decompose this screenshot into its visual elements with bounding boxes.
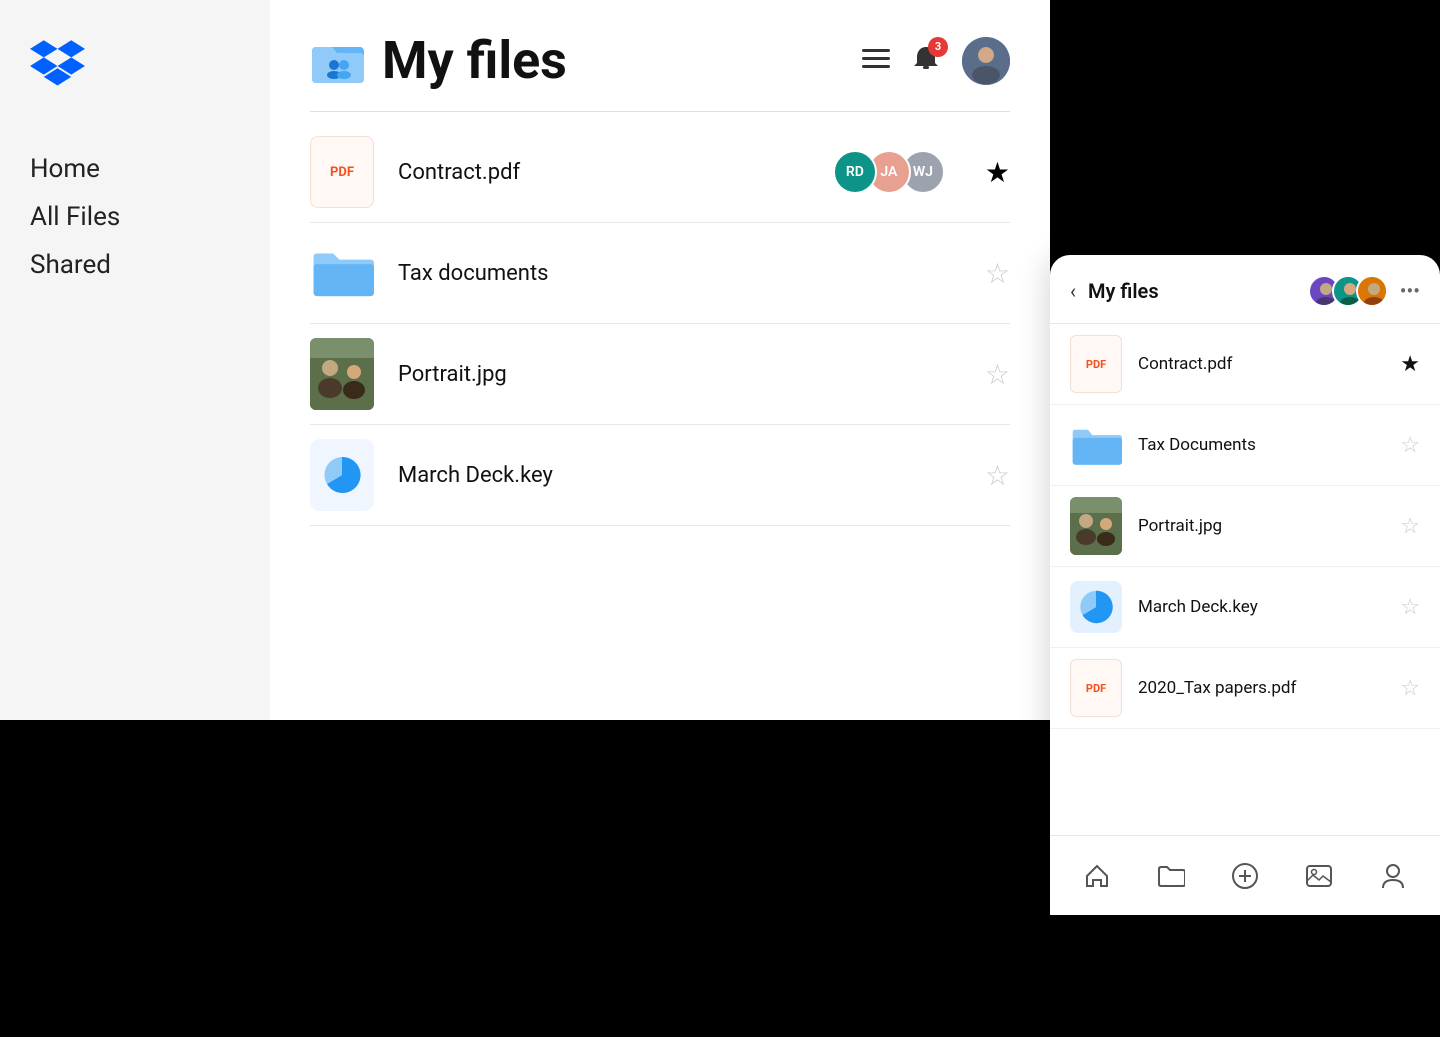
panel-portrait-thumbnail [1070, 497, 1122, 555]
sidebar-item-shared[interactable]: Shared [30, 250, 240, 280]
panel-nav-profile[interactable] [1369, 852, 1417, 900]
panel-nav-image[interactable] [1295, 852, 1343, 900]
panel-file-icon-contract: PDF [1070, 338, 1122, 390]
page-header: My files 3 [310, 30, 1010, 91]
panel-file-icon-portrait [1070, 500, 1122, 552]
panel-nav-home[interactable] [1073, 852, 1121, 900]
panel-title: My files [1088, 279, 1308, 303]
file-item-portrait[interactable]: Portrait.jpg ☆ [310, 324, 1010, 425]
panel-file-item-portrait[interactable]: Portrait.jpg ☆ [1050, 486, 1440, 567]
panel-star-contract[interactable]: ★ [1400, 352, 1420, 377]
panel-nav-folder[interactable] [1147, 852, 1195, 900]
header-right: 3 [862, 37, 1010, 85]
panel-file-name-portrait: Portrait.jpg [1138, 516, 1400, 536]
file-name-portrait: Portrait.jpg [398, 362, 985, 387]
file-icon-march-deck [310, 443, 374, 507]
panel-bottom-nav [1050, 835, 1440, 915]
panel-more-button[interactable]: ••• [1400, 279, 1420, 303]
sidebar: Home All Files Shared [0, 0, 270, 720]
panel-file-icon-march-deck [1070, 581, 1122, 633]
header-divider [310, 111, 1010, 112]
star-portrait[interactable]: ☆ [985, 358, 1010, 391]
panel-back-button[interactable]: ‹ [1070, 279, 1076, 303]
user-avatar[interactable] [962, 37, 1010, 85]
panel-pdf-badge-tax-papers: PDF [1070, 659, 1122, 717]
portrait-thumbnail [310, 338, 374, 410]
file-list: PDF Contract.pdf RD JA WJ ★ Tax document… [310, 122, 1010, 526]
file-icon-tax [310, 241, 374, 305]
panel-nav-add[interactable] [1221, 852, 1269, 900]
shared-folder-icon [310, 31, 366, 91]
header-left: My files [310, 30, 567, 91]
mobile-panel: ‹ My files ••• PDF Contract.pdf ★ [1050, 255, 1440, 915]
star-contract[interactable]: ★ [985, 156, 1010, 189]
file-name-tax: Tax documents [398, 261, 985, 286]
sidebar-item-home[interactable]: Home [30, 154, 240, 184]
panel-file-name-tax: Tax Documents [1138, 435, 1400, 455]
file-name-contract: Contract.pdf [398, 160, 843, 185]
main-content: My files 3 [270, 0, 1050, 720]
panel-file-name-march-deck: March Deck.key [1138, 597, 1400, 617]
star-tax[interactable]: ☆ [985, 257, 1010, 290]
file-icon-contract: PDF [310, 140, 374, 204]
file-icon-portrait [310, 342, 374, 406]
panel-file-item-march-deck[interactable]: March Deck.key ☆ [1050, 567, 1440, 648]
star-march-deck[interactable]: ☆ [985, 459, 1010, 492]
panel-file-item-tax[interactable]: Tax Documents ☆ [1050, 405, 1440, 486]
sidebar-nav: Home All Files Shared [30, 154, 240, 280]
panel-header: ‹ My files ••• [1050, 255, 1440, 324]
pdf-badge: PDF [310, 136, 374, 208]
notification-badge: 3 [928, 37, 948, 57]
panel-file-list: PDF Contract.pdf ★ Tax Documents ☆ [1050, 324, 1440, 854]
dropbox-logo[interactable] [30, 40, 240, 94]
panel-file-icon-tax-papers: PDF [1070, 662, 1122, 714]
file-avatars-contract: RD JA WJ [843, 150, 945, 194]
panel-file-item-tax-papers[interactable]: PDF 2020_Tax papers.pdf ☆ [1050, 648, 1440, 729]
panel-file-icon-tax [1070, 419, 1122, 471]
panel-avatars [1308, 275, 1388, 307]
keynote-icon [310, 439, 374, 511]
panel-star-tax[interactable]: ☆ [1400, 433, 1420, 458]
panel-star-portrait[interactable]: ☆ [1400, 514, 1420, 539]
sidebar-item-all-files[interactable]: All Files [30, 202, 240, 232]
panel-star-tax-papers[interactable]: ☆ [1400, 676, 1420, 701]
panel-file-item-contract[interactable]: PDF Contract.pdf ★ [1050, 324, 1440, 405]
notification-bell[interactable]: 3 [910, 43, 942, 79]
menu-icon[interactable] [862, 46, 890, 76]
panel-pdf-badge-contract: PDF [1070, 335, 1122, 393]
file-name-march-deck: March Deck.key [398, 463, 985, 488]
avatar-rd: RD [833, 150, 877, 194]
panel-file-name-contract: Contract.pdf [1138, 354, 1400, 374]
file-item-march-deck[interactable]: March Deck.key ☆ [310, 425, 1010, 526]
panel-avatar-3 [1356, 275, 1388, 307]
panel-file-name-tax-papers: 2020_Tax papers.pdf [1138, 678, 1400, 698]
page-title: My files [382, 30, 567, 91]
file-item-tax-documents[interactable]: Tax documents ☆ [310, 223, 1010, 324]
file-item-contract[interactable]: PDF Contract.pdf RD JA WJ ★ [310, 122, 1010, 223]
panel-star-march-deck[interactable]: ☆ [1400, 595, 1420, 620]
